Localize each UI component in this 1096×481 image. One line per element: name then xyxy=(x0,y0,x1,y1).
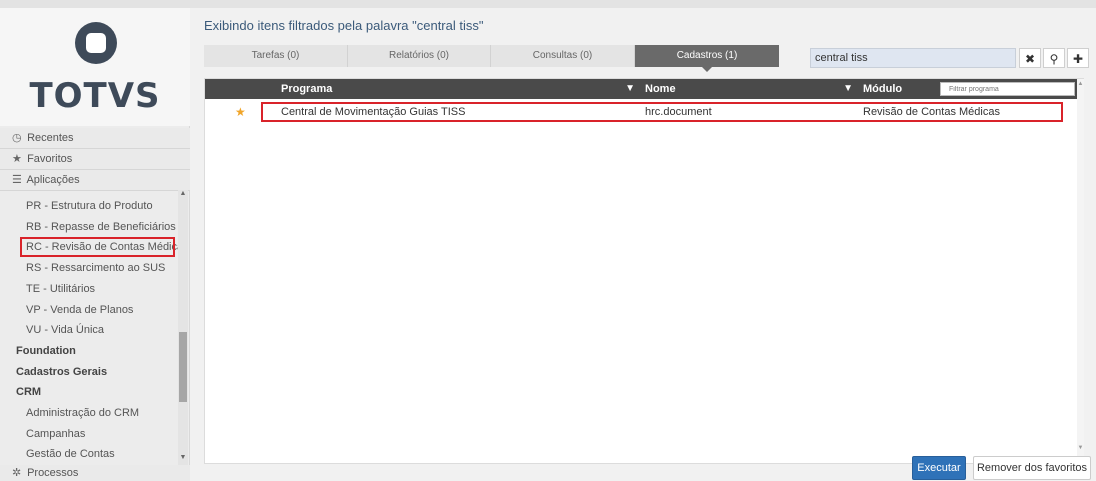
tab-cadastros[interactable]: Cadastros (1) xyxy=(635,45,779,72)
applications-list: PR - Estrutura do Produto RB - Repasse d… xyxy=(0,190,178,465)
scroll-up-icon[interactable]: ▲ xyxy=(1077,81,1084,87)
remove-favorites-button[interactable]: Remover dos favoritos xyxy=(973,456,1091,480)
sidebar-item-rb[interactable]: RB - Repasse de Beneficiários xyxy=(0,217,178,237)
list-icon: ☰ xyxy=(12,174,22,186)
sidebar-scrollbar[interactable]: ▲ ▼ xyxy=(178,190,188,465)
plus-icon: ✚ xyxy=(1072,52,1084,66)
sidebar-section-processos[interactable]: ✲ Processos xyxy=(0,465,190,481)
clock-icon: ◷ xyxy=(12,132,22,144)
favorite-star-icon[interactable]: ★ xyxy=(235,102,246,122)
sidebar-item-vp[interactable]: VP - Venda de Planos xyxy=(0,300,178,320)
sidebar-section-aplicacoes[interactable]: ☰ Aplicações xyxy=(0,170,190,191)
sidebar-group-foundation[interactable]: Foundation xyxy=(0,341,178,361)
clear-search-button[interactable]: ✖ xyxy=(1019,48,1041,68)
scroll-down-icon[interactable]: ▼ xyxy=(178,454,188,461)
sidebar-section-label: Recentes xyxy=(27,132,74,144)
tab-tarefas[interactable]: Tarefas (0) xyxy=(204,45,348,67)
row-highlight xyxy=(261,102,1063,122)
logo-text: TOTVS xyxy=(29,76,161,116)
sidebar-item-gestao-contas[interactable]: Gestão de Contas xyxy=(0,444,178,464)
executar-button[interactable]: Executar xyxy=(912,456,966,480)
sidebar-item-vu[interactable]: VU - Vida Única xyxy=(0,320,178,340)
sidebar-item-te[interactable]: TE - Utilitários xyxy=(0,279,178,299)
totvs-logo-icon xyxy=(75,22,117,64)
sidebar-item-campanhas[interactable]: Campanhas xyxy=(0,424,178,444)
sidebar-item-rc[interactable]: RC - Revisão de Contas Médicas xyxy=(20,237,178,257)
star-icon: ★ xyxy=(12,153,22,165)
scroll-down-icon[interactable]: ▼ xyxy=(1077,445,1084,451)
sidebar-section-label: Favoritos xyxy=(27,153,73,165)
chevron-down-icon[interactable]: ▼ xyxy=(843,79,853,99)
search-input[interactable] xyxy=(810,48,1016,68)
close-icon: ✖ xyxy=(1024,52,1036,66)
scrollbar-thumb[interactable] xyxy=(179,332,187,402)
sidebar-section-recentes[interactable]: ◷ Recentes xyxy=(0,128,190,149)
gear-icon: ✲ xyxy=(12,467,22,479)
column-header-nome[interactable]: Nome ▼ xyxy=(645,79,859,99)
sidebar-group-crm[interactable]: CRM xyxy=(0,382,178,402)
sidebar-section-favoritos[interactable]: ★ Favoritos xyxy=(0,149,190,170)
filter-programa-input[interactable] xyxy=(940,82,1075,96)
scroll-up-icon[interactable]: ▲ xyxy=(178,190,188,197)
sidebar-group-cadastros-gerais[interactable]: Cadastros Gerais xyxy=(0,362,178,382)
column-header-programa[interactable]: Programa ▼ xyxy=(281,79,641,99)
sidebar-item-administracao-crm[interactable]: Administração do CRM xyxy=(0,403,178,423)
add-button[interactable]: ✚ xyxy=(1067,48,1089,68)
table-header: Programa ▼ Nome ▼ Módulo xyxy=(205,79,1077,99)
page-title: Exibindo itens filtrados pela palavra "c… xyxy=(204,18,484,33)
sidebar-section-label: Aplicações xyxy=(26,174,80,186)
chevron-down-icon[interactable]: ▼ xyxy=(625,79,635,99)
tab-bar: Tarefas (0) Relatórios (0) Consultas (0)… xyxy=(204,45,779,72)
totvs-logo: TOTVS xyxy=(0,8,190,126)
search-button[interactable]: ⚲ xyxy=(1043,48,1065,68)
sidebar-section-label: Processos xyxy=(27,467,79,479)
top-strip xyxy=(0,0,1096,8)
search-icon: ⚲ xyxy=(1049,52,1059,66)
tab-relatorios[interactable]: Relatórios (0) xyxy=(348,45,491,67)
results-table: Programa ▼ Nome ▼ Módulo ★ Central de Mo… xyxy=(204,78,1084,464)
table-scrollbar[interactable]: ▲ ▼ xyxy=(1077,79,1084,463)
sidebar-item-rs[interactable]: RS - Ressarcimento ao SUS xyxy=(0,258,178,278)
sidebar: TOTVS ◷ Recentes ★ Favoritos ☰ Aplicaçõe… xyxy=(0,8,190,481)
main-content: Exibindo itens filtrados pela palavra "c… xyxy=(198,8,1096,481)
column-header-modulo[interactable]: Módulo xyxy=(863,79,933,99)
sidebar-item-pr[interactable]: PR - Estrutura do Produto xyxy=(0,196,178,216)
tab-consultas[interactable]: Consultas (0) xyxy=(491,45,635,67)
